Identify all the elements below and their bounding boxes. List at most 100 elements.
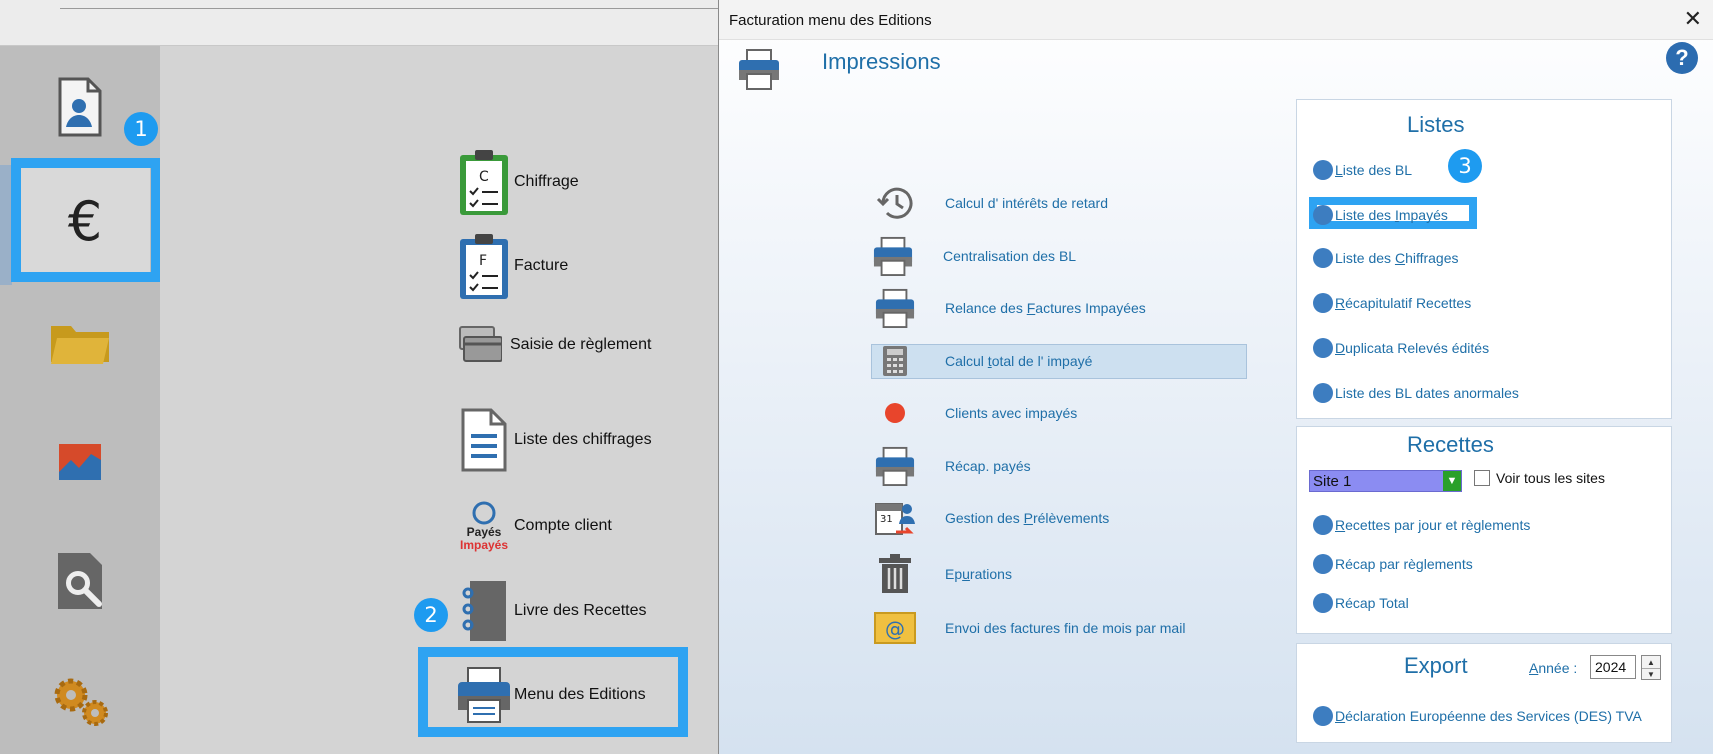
chart-icon[interactable] (55, 440, 105, 484)
radio-label: Liste des BL (1335, 162, 1413, 178)
notebook-icon (456, 575, 512, 647)
radio-label: Liste des BL dates anormales (1335, 385, 1519, 401)
highlight-box-menu-editions (418, 647, 688, 737)
radio-dot[interactable] (1313, 383, 1333, 403)
radio-liste-chiffrages[interactable]: Liste des Chiffrages (1313, 248, 1459, 268)
gears-icon[interactable] (48, 672, 114, 730)
user-card-icon[interactable] (52, 75, 106, 139)
step-badge-2: 2 (414, 598, 448, 632)
radio-label: Récap par règlements (1335, 556, 1473, 572)
impr-label: Récap. payés (945, 458, 1031, 474)
radio-dot[interactable] (1313, 593, 1333, 613)
impr-calcul-interets[interactable]: Calcul d' intérêts de retard (871, 181, 1108, 225)
impr-centralisation-bl[interactable]: Centralisation des BL (869, 234, 1076, 278)
radio-label: Liste des Impayés (1335, 207, 1448, 223)
voir-tous-sites-checkbox[interactable] (1474, 470, 1490, 486)
document-list-icon (456, 404, 512, 476)
menu-item-livre-recettes[interactable]: Livre des Recettes (456, 575, 647, 647)
radio-label: Déclaration Européenne des Services (DES… (1335, 708, 1642, 724)
annee-spinner[interactable]: ▲ ▼ (1641, 655, 1661, 680)
red-dot-icon (871, 391, 919, 435)
radio-dot[interactable] (1313, 248, 1333, 268)
recettes-title: Recettes (1407, 432, 1494, 457)
impr-relance-factures[interactable]: Relance des Factures Impayées (871, 286, 1146, 330)
menu-item-facture[interactable]: F Facture (456, 230, 568, 302)
radio-liste-bl-dates-anormales[interactable]: Liste des BL dates anormales (1313, 383, 1519, 403)
radio-label: Duplicata Relevés édités (1335, 340, 1490, 356)
radio-dot[interactable] (1313, 160, 1333, 180)
menu-item-compte-client[interactable]: Payés Impayés Compte client (456, 490, 612, 562)
help-icon[interactable]: ? (1666, 42, 1698, 74)
printer-icon (869, 234, 917, 278)
trash-icon (871, 552, 919, 596)
menu-item-chiffrage[interactable]: C Chiffrage (456, 146, 579, 218)
impr-clients-impayes[interactable]: Clients avec impayés (871, 391, 1077, 435)
clipboard-c-icon: C (456, 146, 512, 218)
menu-item-label: Livre des Recettes (514, 602, 647, 619)
folder-icon[interactable] (48, 318, 112, 368)
annee-label: Année : (1529, 660, 1578, 676)
radio-liste-bl[interactable]: Liste des BL (1313, 160, 1412, 180)
left-rail (0, 46, 160, 754)
radio-recap-par-reglements[interactable]: Récap par règlements (1313, 554, 1473, 574)
impr-label: Centralisation des BL (943, 248, 1077, 264)
menu-item-saisie-reglement[interactable]: Saisie de règlement (452, 317, 651, 373)
radio-recap-total[interactable]: Récap Total (1313, 593, 1409, 613)
dialog-titlebar: Facturation menu des Editions ✕ (719, 0, 1713, 40)
radio-dot[interactable] (1313, 554, 1333, 574)
payes-impayes-icon: Payés Impayés (456, 490, 512, 562)
svg-text:31: 31 (880, 514, 893, 525)
menu-item-label: Chiffrage (514, 173, 579, 190)
calculator-icon (871, 339, 919, 383)
radio-label: Récapitulatif Recettes (1335, 295, 1472, 311)
radio-dot[interactable] (1313, 338, 1333, 358)
impr-recap-payes[interactable]: Récap. payés (871, 444, 1031, 488)
impressions-title: Impressions (822, 49, 941, 74)
history-icon (871, 181, 919, 225)
impr-envoi-factures-mail[interactable]: @ Envoi des factures fin de mois par mai… (871, 606, 1185, 650)
radio-declaration-des-tva[interactable]: Déclaration Européenne des Services (DES… (1313, 706, 1642, 726)
impr-label: Epurations (945, 566, 1012, 582)
chevron-down-icon[interactable]: ▼ (1443, 471, 1461, 491)
annee-input[interactable]: 2024 (1590, 655, 1636, 679)
step-badge-3: 3 (1448, 149, 1482, 183)
radio-dot[interactable] (1313, 706, 1333, 726)
listes-title: Listes (1407, 112, 1465, 137)
radio-dot[interactable] (1313, 205, 1333, 225)
impr-label: Relance des Factures Impayées (945, 300, 1146, 316)
close-icon[interactable]: ✕ (1684, 6, 1702, 32)
menu-item-liste-chiffrages[interactable]: Liste des chiffrages (456, 404, 652, 476)
printer-icon (871, 444, 919, 488)
svg-text:C: C (479, 169, 489, 185)
radio-recap-recettes[interactable]: Récapitulatif Recettes (1313, 293, 1471, 313)
radio-label: Liste des Chiffrages (1335, 250, 1459, 266)
radio-liste-impayes[interactable]: Liste des Impayés (1313, 205, 1448, 225)
impr-gestion-prelevements[interactable]: 31 Gestion des Prélèvements (871, 496, 1109, 540)
menu-item-label: Liste des chiffrages (514, 431, 652, 448)
mail-icon: @ (871, 606, 919, 650)
radio-duplicata-releves[interactable]: Duplicata Relevés édités (1313, 338, 1489, 358)
spin-up-icon[interactable]: ▲ (1642, 656, 1660, 668)
calendar-icon: 31 (871, 496, 919, 540)
impr-label: Gestion des Prélèvements (945, 510, 1110, 526)
printer-icon (871, 286, 919, 330)
radio-label: Recettes par jour et règlements (1335, 517, 1531, 533)
site-select[interactable]: Site 1 ▼ (1309, 470, 1462, 492)
search-doc-icon[interactable] (52, 550, 112, 612)
spin-down-icon[interactable]: ▼ (1642, 668, 1660, 680)
impressions-printer-icon (737, 48, 781, 95)
impr-calcul-total-impaye[interactable]: Calcul total de l' impayé (871, 339, 1092, 383)
svg-text:@: @ (885, 617, 905, 641)
menu-item-label: Compte client (514, 517, 612, 534)
toolbar-divider (60, 8, 720, 9)
svg-text:F: F (479, 253, 487, 269)
radio-dot[interactable] (1313, 515, 1333, 535)
export-title: Export (1404, 653, 1468, 678)
card-icon (452, 317, 508, 373)
radio-recettes-par-jour[interactable]: Recettes par jour et règlements (1313, 515, 1530, 535)
impr-epurations[interactable]: Epurations (871, 552, 1012, 596)
radio-label: Récap Total (1335, 595, 1409, 611)
menu-item-label: Saisie de règlement (510, 336, 652, 353)
editions-dialog: Facturation menu des Editions ✕ ? Impres… (718, 0, 1713, 754)
radio-dot[interactable] (1313, 293, 1333, 313)
